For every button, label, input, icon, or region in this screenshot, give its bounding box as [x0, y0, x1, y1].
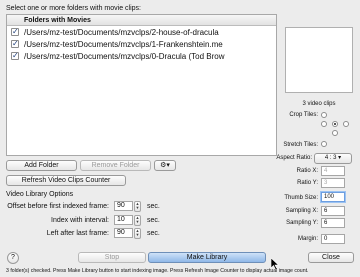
- close-button[interactable]: Close: [308, 252, 354, 263]
- row-checkbox[interactable]: ✓: [11, 40, 19, 48]
- sampling-y-field[interactable]: 6: [321, 218, 345, 228]
- sampling-x-label: Sampling X:: [285, 208, 318, 214]
- left-after-field[interactable]: 90: [114, 228, 133, 238]
- offset-stepper[interactable]: ▲ ▼: [134, 201, 141, 212]
- stretch-radio[interactable]: [321, 141, 327, 147]
- remove-folder-button[interactable]: Remove Folder: [80, 160, 151, 171]
- sampling-x-field[interactable]: 6: [321, 206, 345, 216]
- stop-button[interactable]: Stop: [78, 252, 146, 263]
- aspect-ratio-select[interactable]: 4 : 3 ▾: [314, 153, 352, 164]
- left-after-unit: sec.: [147, 230, 160, 237]
- table-row[interactable]: ✓ /Users/mz-test/Documents/mzvclps/1-Fra…: [7, 39, 276, 50]
- thumb-size-field[interactable]: 100: [321, 192, 345, 202]
- ratio-y-field[interactable]: 3: [321, 178, 345, 188]
- interval-stepper[interactable]: ▲ ▼: [134, 215, 141, 226]
- aspect-ratio-value: 4 : 3: [324, 155, 337, 161]
- gear-icon: ⚙▾: [160, 162, 170, 169]
- crop-tiles-label: Crop Tiles:: [289, 112, 318, 118]
- ratio-y-label: Ratio Y:: [297, 180, 318, 186]
- row-path: /Users/mz-test/Documents/mzvclps/1-Frank…: [24, 40, 223, 49]
- make-library-button[interactable]: Make Library: [148, 252, 266, 263]
- gear-menu-button[interactable]: ⚙▾: [154, 160, 176, 171]
- column-header-folders: Folders with Movies: [24, 17, 91, 24]
- margin-label: Margin:: [297, 236, 318, 242]
- table-header[interactable]: Folders with Movies: [7, 15, 276, 26]
- interval-unit: sec.: [147, 217, 160, 224]
- crop-radio[interactable]: [332, 121, 338, 127]
- row-checkbox[interactable]: ✓: [11, 28, 19, 36]
- left-after-stepper[interactable]: ▲ ▼: [134, 228, 141, 239]
- instruction-text: Select one or more folders with movie cl…: [6, 5, 141, 12]
- margin-field[interactable]: 0: [321, 234, 345, 244]
- row-checkbox[interactable]: ✓: [11, 52, 19, 60]
- table-row[interactable]: ✓ /Users/mz-test/Documents/mzvclps/2-hou…: [7, 27, 276, 38]
- thumb-size-label: Thumb Size:: [284, 195, 318, 201]
- row-path: /Users/mz-test/Documents/mzvclps/2-house…: [24, 28, 219, 37]
- sampling-y-label: Sampling Y:: [286, 220, 318, 226]
- options-title: Video Library Options: [6, 191, 74, 198]
- ratio-x-label: Ratio X:: [296, 168, 318, 174]
- ratio-x-field[interactable]: 4: [321, 166, 345, 176]
- help-button[interactable]: ?: [7, 252, 19, 264]
- stretch-tiles-label: Stretch Tiles:: [283, 142, 318, 148]
- row-path: /Users/mz-test/Documents/mzvclps/0-Dracu…: [24, 52, 225, 61]
- aspect-ratio-label: Aspect Ratio:: [276, 155, 312, 161]
- clips-count: 3 video clips: [302, 101, 336, 107]
- help-icon: ?: [11, 254, 15, 261]
- add-folder-button[interactable]: Add Folder: [6, 160, 77, 171]
- refresh-counter-button[interactable]: Refresh Video Clips Counter: [6, 175, 126, 186]
- crop-radio[interactable]: [343, 121, 349, 127]
- status-text: 3 folder(s) checked. Press Make Library …: [6, 268, 309, 274]
- crop-radio[interactable]: [321, 121, 327, 127]
- tile-preview: [285, 27, 353, 93]
- table-row[interactable]: ✓ /Users/mz-test/Documents/mzvclps/0-Dra…: [7, 51, 276, 62]
- interval-field[interactable]: 10: [114, 215, 133, 225]
- chevron-down-icon: ▾: [338, 155, 342, 161]
- crop-radio[interactable]: [332, 130, 338, 136]
- offset-label: Offset before first indexed frame:: [7, 203, 109, 210]
- folder-table[interactable]: Folders with Movies ✓ /Users/mz-test/Doc…: [6, 14, 277, 156]
- left-after-label: Left after last frame:: [46, 230, 109, 237]
- offset-field[interactable]: 90: [114, 201, 133, 211]
- offset-unit: sec.: [147, 203, 160, 210]
- crop-radio[interactable]: [321, 112, 327, 118]
- interval-label: Index with interval:: [51, 217, 109, 224]
